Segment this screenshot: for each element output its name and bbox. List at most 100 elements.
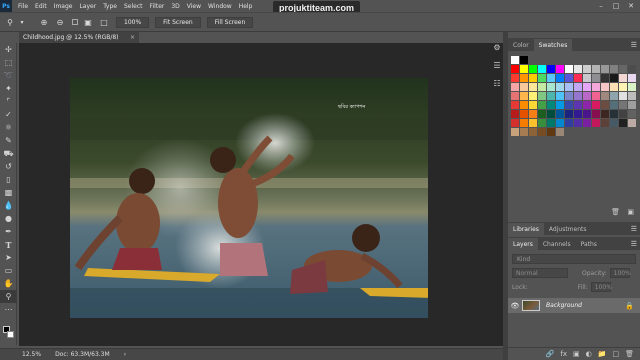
- swatch[interactable]: [529, 74, 537, 82]
- swatch[interactable]: [592, 74, 600, 82]
- healing-icon[interactable]: ⚛: [0, 121, 17, 134]
- swatch[interactable]: [538, 119, 546, 127]
- swatch[interactable]: [610, 92, 618, 100]
- swatch[interactable]: [619, 110, 627, 118]
- swatch[interactable]: [574, 83, 582, 91]
- link-icon[interactable]: 🔗: [546, 350, 555, 358]
- lock-icon[interactable]: 🔒: [625, 302, 634, 310]
- swatch[interactable]: [556, 83, 564, 91]
- swatch[interactable]: [601, 101, 609, 109]
- swatch[interactable]: [538, 110, 546, 118]
- swatch[interactable]: [601, 119, 609, 127]
- swatch[interactable]: [628, 101, 636, 109]
- swatch[interactable]: [592, 119, 600, 127]
- quick-select-icon[interactable]: ✦: [0, 82, 17, 95]
- swatch[interactable]: [511, 83, 519, 91]
- swatch[interactable]: [547, 110, 555, 118]
- move-icon[interactable]: ✢: [0, 43, 17, 56]
- swatch[interactable]: [520, 56, 528, 64]
- swatch[interactable]: [511, 110, 519, 118]
- menu-file[interactable]: File: [18, 3, 28, 10]
- zoom-icon[interactable]: ⚲: [0, 290, 17, 303]
- swatch[interactable]: [628, 65, 636, 73]
- swatch[interactable]: [583, 92, 591, 100]
- swatch[interactable]: [565, 119, 573, 127]
- swatch[interactable]: [556, 128, 564, 136]
- swatch[interactable]: [592, 92, 600, 100]
- swatch[interactable]: [547, 128, 555, 136]
- swatch[interactable]: [529, 119, 537, 127]
- swatch[interactable]: [574, 92, 582, 100]
- chevron-down-icon[interactable]: ▾: [16, 16, 28, 28]
- swatch[interactable]: [520, 92, 528, 100]
- swatch[interactable]: [583, 101, 591, 109]
- swatch[interactable]: [511, 128, 519, 136]
- swatch[interactable]: [538, 65, 546, 73]
- minimize-icon[interactable]: –: [594, 0, 608, 12]
- tab-paths[interactable]: Paths: [576, 238, 602, 250]
- status-arrow-icon[interactable]: ›: [124, 351, 126, 358]
- tab-color[interactable]: Color: [508, 39, 534, 51]
- swatch[interactable]: [538, 128, 546, 136]
- swatch[interactable]: [610, 74, 618, 82]
- gradient-icon[interactable]: ▩: [0, 186, 17, 199]
- menu-help[interactable]: Help: [239, 3, 253, 10]
- swatch[interactable]: [619, 83, 627, 91]
- swatch[interactable]: [556, 74, 564, 82]
- swatch[interactable]: [592, 101, 600, 109]
- swatch[interactable]: [574, 74, 582, 82]
- swatch[interactable]: [628, 83, 636, 91]
- zoom-tool-icon[interactable]: ⚲: [4, 16, 16, 28]
- group-icon[interactable]: 📁: [598, 350, 607, 358]
- brush-icon[interactable]: ✎: [0, 134, 17, 147]
- scrubby-zoom-icon[interactable]: □: [98, 16, 110, 28]
- swatch[interactable]: [556, 92, 564, 100]
- crop-icon[interactable]: ⌜: [0, 95, 17, 108]
- menu-edit[interactable]: Edit: [35, 3, 47, 10]
- swatch[interactable]: [529, 92, 537, 100]
- more-tools-icon[interactable]: ⋯: [0, 303, 17, 316]
- swatch[interactable]: [583, 74, 591, 82]
- swatch[interactable]: [565, 101, 573, 109]
- eye-icon[interactable]: 👁: [508, 302, 522, 310]
- brush-settings-icon[interactable]: ☷: [490, 76, 504, 90]
- swatch[interactable]: [538, 101, 546, 109]
- tab-channels[interactable]: Channels: [538, 238, 576, 250]
- photo-childhood[interactable]: ছবির ক্যাপশন: [70, 78, 428, 318]
- swatch[interactable]: [511, 92, 519, 100]
- swatch[interactable]: [556, 101, 564, 109]
- swatch[interactable]: [610, 101, 618, 109]
- swatch[interactable]: [547, 74, 555, 82]
- swatch[interactable]: [628, 110, 636, 118]
- swatch[interactable]: [520, 83, 528, 91]
- swatch[interactable]: [547, 92, 555, 100]
- swatch[interactable]: [610, 83, 618, 91]
- menu-window[interactable]: Window: [208, 3, 232, 10]
- menu-3d[interactable]: 3D: [171, 3, 179, 10]
- swatch[interactable]: [574, 119, 582, 127]
- zoom-all-icon[interactable]: ▣: [82, 16, 94, 28]
- swatch[interactable]: [538, 92, 546, 100]
- swatch[interactable]: [601, 83, 609, 91]
- swatch[interactable]: [511, 101, 519, 109]
- dodge-icon[interactable]: ●: [0, 212, 17, 225]
- properties-icon[interactable]: ☰: [490, 58, 504, 72]
- swatch[interactable]: [520, 74, 528, 82]
- close-tab-icon[interactable]: ×: [130, 34, 135, 41]
- swatch[interactable]: [574, 65, 582, 73]
- swatch[interactable]: [538, 83, 546, 91]
- mask-icon[interactable]: ▣: [573, 350, 580, 358]
- zoom-in-icon[interactable]: ⊕: [38, 16, 50, 28]
- rectangle-icon[interactable]: ▭: [0, 264, 17, 277]
- stamp-icon[interactable]: ⛟: [0, 147, 17, 160]
- fill-screen-button[interactable]: Fill Screen: [206, 16, 254, 28]
- document-tab[interactable]: Childhood.jpg @ 12.5% (RGB/8) ×: [19, 32, 139, 43]
- adjustment-layer-icon[interactable]: ◐: [586, 350, 592, 358]
- swatch[interactable]: [592, 110, 600, 118]
- menu-filter[interactable]: Filter: [150, 3, 165, 10]
- swatch[interactable]: [619, 92, 627, 100]
- swatch[interactable]: [610, 119, 618, 127]
- swatch[interactable]: [583, 119, 591, 127]
- swatch[interactable]: [565, 65, 573, 73]
- status-zoom[interactable]: 12.5%: [22, 351, 41, 358]
